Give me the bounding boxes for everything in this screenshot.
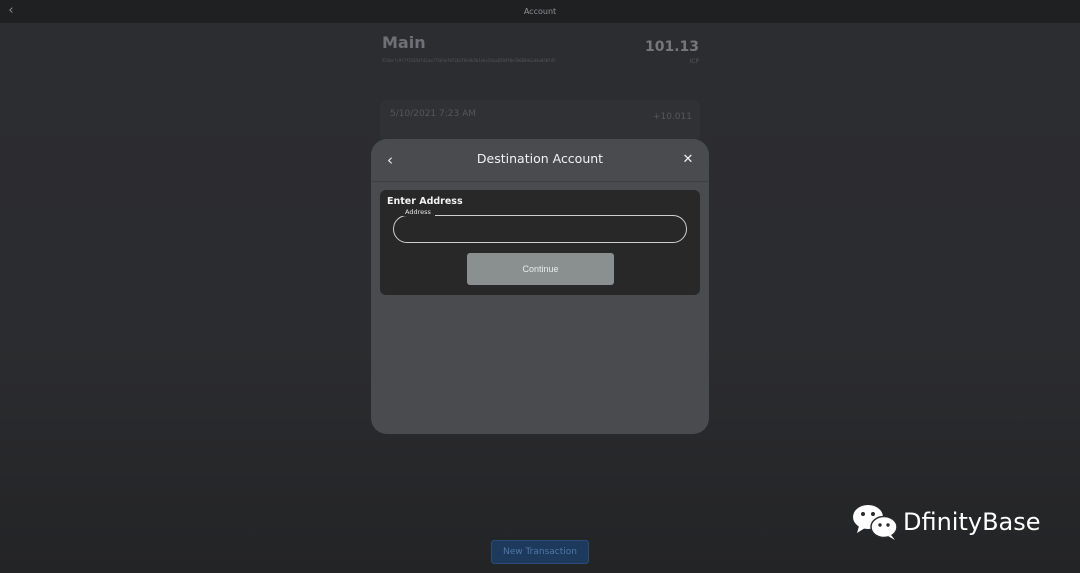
- account-id: 5530cfc9f7f15654f42ae7f3b3ef0f3b2f9e4b5b…: [382, 58, 556, 63]
- close-icon[interactable]: ✕: [681, 151, 695, 169]
- back-chevron-icon[interactable]: ‹: [4, 4, 18, 18]
- address-input[interactable]: [404, 220, 674, 238]
- account-name: Main: [382, 33, 426, 52]
- top-bar: ‹ Account: [0, 0, 1080, 23]
- watermark-text: DfinityBase: [903, 508, 1041, 536]
- balance-unit: ICP: [689, 58, 699, 65]
- destination-account-modal: ‹ Destination Account ✕ Enter Address Ad…: [371, 139, 709, 434]
- wechat-logo-icon: [853, 505, 898, 540]
- transaction-date: 5/10/2021 7:23 AM: [390, 109, 477, 119]
- modal-title: Destination Account: [476, 151, 604, 166]
- account-balance: 101.13: [644, 39, 699, 55]
- address-form: Enter Address Address Continue: [380, 190, 700, 295]
- continue-button[interactable]: Continue: [467, 253, 614, 285]
- new-transaction-button[interactable]: New Transaction: [491, 540, 589, 564]
- watermark: DfinityBase: [851, 502, 1041, 542]
- address-field-label: Address: [401, 208, 435, 216]
- address-field[interactable]: Address: [393, 208, 687, 243]
- page-title: Account: [523, 7, 557, 16]
- modal-header: ‹ Destination Account ✕: [371, 139, 709, 182]
- section-label: Enter Address: [387, 196, 463, 207]
- transaction-amount: +10.011: [652, 112, 692, 122]
